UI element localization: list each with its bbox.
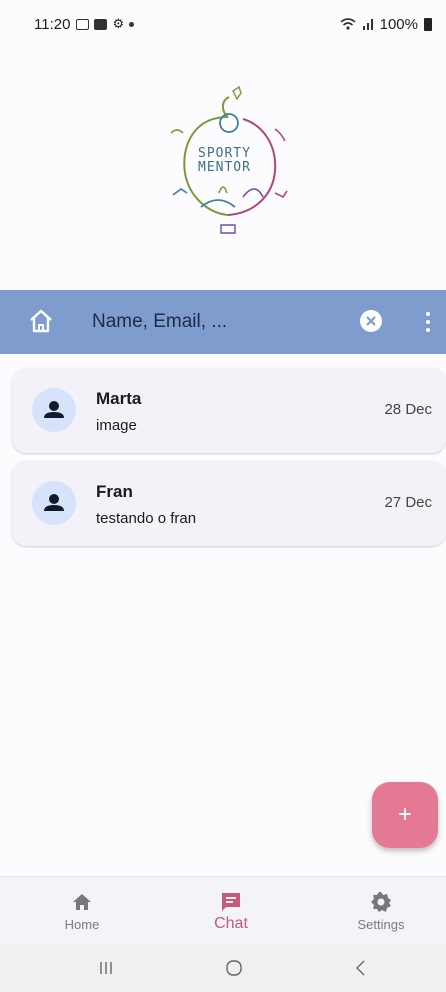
more-options-button[interactable]	[418, 310, 438, 334]
wifi-icon	[340, 18, 356, 30]
more-notifications-dot-icon	[129, 21, 135, 27]
chat-date: 27 Dec	[384, 494, 432, 511]
more-dot-icon	[426, 312, 430, 316]
chat-date: 28 Dec	[384, 401, 432, 418]
plus-icon: +	[397, 801, 412, 828]
notification-icons: ⚙	[76, 16, 135, 32]
avatar	[32, 481, 76, 525]
mail-icon	[76, 18, 90, 30]
nav-label-chat: Chat	[214, 915, 248, 932]
chat-last-message: image	[96, 417, 137, 434]
home-button-icon[interactable]	[26, 306, 56, 336]
home-icon	[70, 891, 94, 913]
person-icon	[44, 494, 64, 511]
avatar	[32, 388, 76, 432]
search-input[interactable]	[92, 304, 342, 340]
nav-label-home: Home	[64, 917, 100, 932]
gallery-icon	[94, 18, 108, 30]
logo-line-1: SPORTY	[198, 146, 251, 161]
close-icon	[366, 316, 376, 326]
home-system-button[interactable]	[222, 956, 246, 980]
settings-notification-icon: ⚙	[112, 16, 125, 31]
person-icon	[44, 401, 64, 418]
logo-line-2: MENTOR	[198, 160, 251, 175]
chat-contact-name: Marta	[96, 389, 142, 408]
back-button[interactable]	[350, 956, 370, 980]
logo-wordmark: SPORTY MENTOR	[198, 147, 262, 175]
bottom-navigation: Home Chat Settings	[0, 876, 446, 944]
status-right: 100%	[340, 16, 432, 33]
chat-list-item[interactable]: Marta image 28 Dec	[12, 368, 446, 453]
clear-search-button[interactable]	[360, 310, 382, 332]
chat-last-message: testando o fran	[96, 510, 197, 527]
new-chat-fab-button[interactable]: +	[372, 782, 438, 848]
system-navigation-bar	[0, 944, 446, 992]
status-time: 11:20	[34, 15, 71, 33]
nav-item-home[interactable]: Home	[22, 877, 142, 945]
chat-icon	[219, 891, 243, 913]
app-logo: SPORTY MENTOR	[163, 85, 293, 240]
chat-list-item[interactable]: Fran testando o fran 27 Dec	[12, 461, 446, 546]
battery-percentage: 100%	[379, 15, 418, 33]
signal-icon	[362, 19, 373, 30]
nav-item-chat[interactable]: Chat	[171, 877, 291, 945]
more-dot-icon	[426, 320, 430, 324]
recent-apps-button[interactable]	[96, 956, 116, 980]
status-bar: 11:20 ⚙ 100%	[0, 0, 446, 48]
search-bar	[0, 290, 446, 354]
more-dot-icon	[426, 328, 430, 332]
gear-icon	[369, 891, 393, 913]
status-left: 11:20 ⚙	[34, 15, 135, 33]
home-circle-icon	[226, 960, 242, 976]
nav-item-settings[interactable]: Settings	[321, 877, 441, 945]
recent-apps-icon	[100, 962, 112, 974]
chat-contact-name: Fran	[96, 482, 133, 501]
battery-icon	[424, 17, 432, 31]
nav-label-settings: Settings	[357, 917, 405, 932]
back-chevron-icon	[356, 960, 365, 976]
